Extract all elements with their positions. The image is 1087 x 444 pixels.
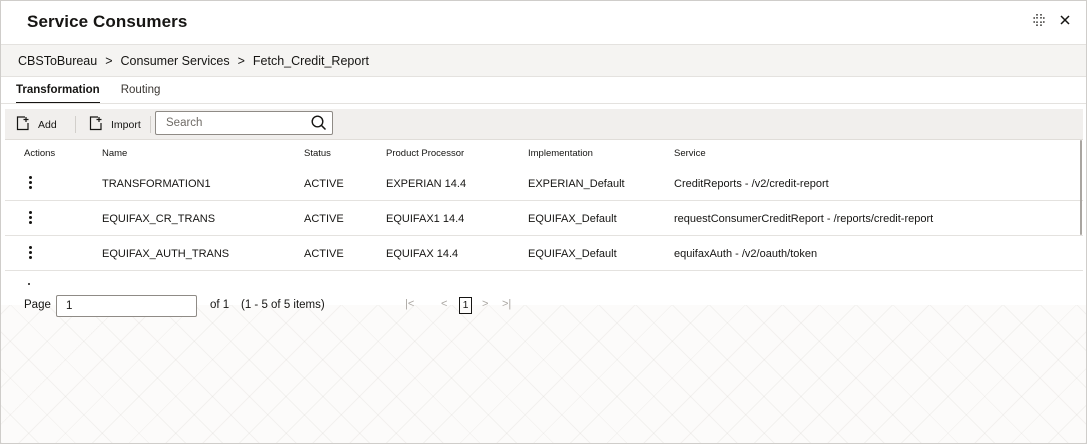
header-actions	[1031, 12, 1073, 28]
import-file-icon	[89, 116, 103, 134]
column-header-name[interactable]: Name	[102, 148, 127, 159]
toolbar-divider	[150, 116, 151, 133]
search-box	[155, 111, 333, 135]
column-header-status[interactable]: Status	[304, 148, 331, 159]
cell-status: ACTIVE	[304, 248, 344, 260]
first-page-icon[interactable]: |<	[405, 298, 414, 310]
cell-service: requestConsumerCreditReport - /reports/c…	[674, 213, 934, 225]
column-header-actions: Actions	[24, 148, 56, 159]
next-page-icon[interactable]: >	[482, 298, 488, 310]
partial-row-actions-icon[interactable]	[28, 283, 30, 285]
cell-name: EQUIFAX_CR_TRANS	[102, 213, 216, 225]
tab-routing[interactable]: Routing	[121, 84, 161, 104]
breadcrumb-item-cbstobureau[interactable]: CBSToBureau	[18, 54, 97, 68]
row-actions-menu-icon[interactable]	[25, 209, 35, 229]
close-icon[interactable]	[1057, 12, 1073, 28]
add-button[interactable]: Add	[16, 116, 57, 134]
import-button[interactable]: Import	[89, 116, 141, 134]
search-icon[interactable]	[310, 114, 328, 132]
transformation-table: Actions Name Status Product Processor Im…	[5, 140, 1083, 277]
table-header: Actions Name Status Product Processor Im…	[5, 140, 1083, 167]
breadcrumb-bar: CBSToBureau > Consumer Services > Fetch_…	[1, 44, 1086, 77]
current-page-button[interactable]: 1	[459, 297, 472, 314]
cell-implementation: EQUIFAX_Default	[528, 248, 617, 260]
cell-implementation: EQUIFAX_Default	[528, 213, 617, 225]
last-page-icon[interactable]: >|	[502, 298, 511, 310]
row-actions-menu-icon[interactable]	[25, 244, 35, 264]
table-scrollbar[interactable]	[1080, 140, 1082, 235]
breadcrumb-separator: >	[237, 54, 245, 68]
breadcrumb-item-consumer-services[interactable]: Consumer Services	[121, 54, 230, 68]
page-label: Page	[24, 299, 51, 311]
page-header: Service Consumers	[0, 0, 1087, 44]
toolbar-divider	[75, 116, 76, 133]
search-input[interactable]	[156, 112, 306, 134]
tab-bar: Transformation Routing	[16, 84, 160, 104]
column-header-implementation[interactable]: Implementation	[528, 148, 593, 159]
table-row[interactable]: TRANSFORMATION1 ACTIVE EXPERIAN 14.4 EXP…	[5, 167, 1083, 201]
cell-name: EQUIFAX_AUTH_TRANS	[102, 248, 230, 260]
item-range-text: (1 - 5 of 5 items)	[241, 299, 325, 311]
column-header-service[interactable]: Service	[674, 148, 706, 159]
cell-name: TRANSFORMATION1	[102, 178, 211, 190]
table-row[interactable]: EQUIFAX_CR_TRANS ACTIVE EQUIFAX1 14.4 EQ…	[5, 202, 1083, 236]
page-title: Service Consumers	[27, 12, 188, 31]
breadcrumb-item-fetch-credit-report: Fetch_Credit_Report	[252, 54, 369, 68]
background-pattern	[1, 305, 1086, 443]
import-button-label: Import	[111, 119, 141, 131]
cell-implementation: EXPERIAN_Default	[528, 178, 625, 190]
previous-page-icon[interactable]: <	[441, 298, 447, 310]
add-file-icon	[16, 116, 30, 134]
breadcrumb-separator: >	[105, 54, 113, 68]
page-number-input[interactable]	[56, 295, 197, 317]
page-count-text: of 1	[210, 299, 230, 311]
cell-status: ACTIVE	[304, 213, 344, 225]
pagination: Page of 1 (1 - 5 of 5 items) |< < 1 > >|	[0, 293, 1087, 317]
add-button-label: Add	[38, 119, 57, 131]
compress-icon[interactable]	[1031, 12, 1047, 28]
row-actions-menu-icon[interactable]	[25, 174, 35, 194]
cell-product-processor: EXPERIAN 14.4	[386, 178, 467, 190]
cell-product-processor: EQUIFAX 14.4	[386, 248, 459, 260]
breadcrumb: CBSToBureau > Consumer Services > Fetch_…	[18, 54, 369, 68]
cell-service: CreditReports - /v2/credit-report	[674, 178, 829, 190]
cell-product-processor: EQUIFAX1 14.4	[386, 213, 465, 225]
tab-divider	[1, 103, 1086, 104]
tab-transformation[interactable]: Transformation	[16, 84, 100, 104]
cell-status: ACTIVE	[304, 178, 344, 190]
column-header-product-processor[interactable]: Product Processor	[386, 148, 464, 159]
cell-service: equifaxAuth - /v2/oauth/token	[674, 248, 818, 260]
table-row[interactable]: EQUIFAX_AUTH_TRANS ACTIVE EQUIFAX 14.4 E…	[5, 237, 1083, 271]
toolbar: Add Import	[5, 109, 1083, 140]
